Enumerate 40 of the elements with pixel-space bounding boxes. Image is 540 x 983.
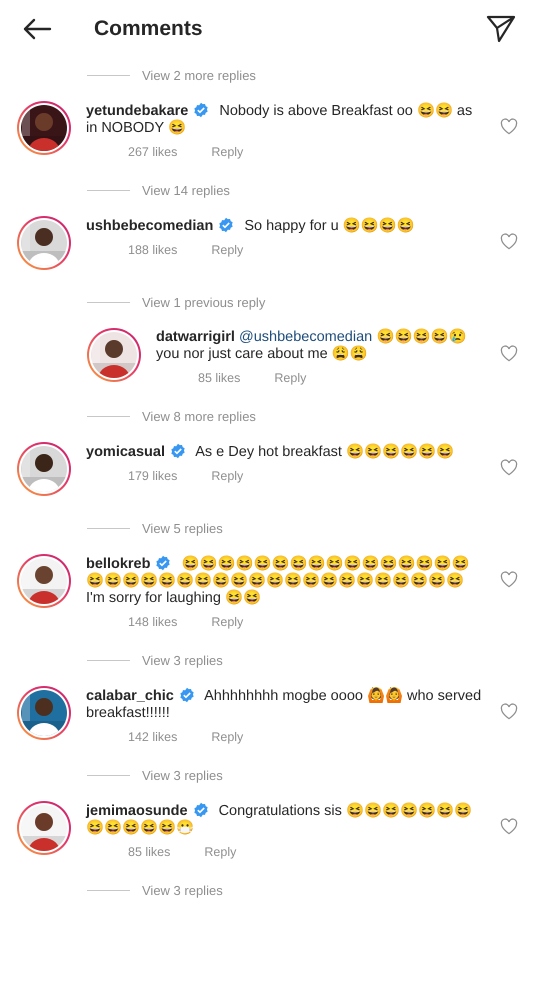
page-title: Comments xyxy=(94,17,204,41)
reply-link[interactable]: Reply xyxy=(211,145,244,159)
like-count: 267 likes xyxy=(128,145,178,159)
reply-link[interactable]: Reply xyxy=(211,243,244,257)
reply-link[interactable]: Reply xyxy=(274,371,306,385)
view-replies-link[interactable]: View 3 replies xyxy=(142,768,223,782)
back-icon[interactable] xyxy=(22,18,52,40)
heart-icon[interactable] xyxy=(500,233,518,250)
heart-icon[interactable] xyxy=(500,571,518,588)
comment-text: yomicasual As e Dey hot breakfast 😆😆😆😆😆😆 xyxy=(86,443,455,461)
comment-text: yetundebakare Nobody is above Breakfast oo 😆😆 as in NOBODY 😆 xyxy=(86,102,474,137)
comment-text: jemimaosunde Congratulations sis 😆😆😆😆😆😆😆😆😆😆😆😆😷 xyxy=(86,802,473,837)
heart-icon[interactable] xyxy=(500,345,518,362)
like-count: 142 likes xyxy=(128,730,178,744)
like-count: 85 likes xyxy=(128,845,170,859)
send-icon[interactable] xyxy=(486,15,516,43)
heart-icon[interactable] xyxy=(500,118,518,135)
mention-link[interactable]: @ushbebecomedian xyxy=(239,329,372,345)
heart-icon[interactable] xyxy=(500,818,518,835)
heart-icon[interactable] xyxy=(500,459,518,476)
comment-text: datwarrigirl @ushbebecomedian 😆😆😆😆😢 you nor just care about me 😩😩 xyxy=(156,329,468,363)
reply-link[interactable]: Reply xyxy=(211,615,244,629)
reply-link[interactable]: Reply xyxy=(204,845,236,859)
view-replies-link[interactable]: View 3 replies xyxy=(142,882,223,898)
comment-text: calabar_chic Ahhhhhhhh mogbe oooo 🙆🙆 who served breakfast!!!!!! xyxy=(86,687,482,722)
like-count: 188 likes xyxy=(128,243,178,257)
view-replies-link[interactable]: View 2 more replies xyxy=(142,68,256,82)
view-replies-link[interactable]: View 5 replies xyxy=(142,520,223,536)
view-replies-link[interactable]: View 3 replies xyxy=(142,652,223,668)
comment-text: bellokreb 😆😆😆😆😆😆😆😆😆😆😆😆😆😆😆😆😆😆😆😆😆😆😆😆😆😆😆😆😆😆😆😆😆😆😆😆😆 I'm sorry for laughing 😆😆 xyxy=(86,555,470,607)
view-replies-link[interactable]: View 8 more replies xyxy=(142,408,256,424)
reply-link[interactable]: Reply xyxy=(211,469,244,483)
like-count: 85 likes xyxy=(198,371,240,385)
view-replies-link[interactable]: View 1 previous reply xyxy=(142,294,266,310)
reply-link[interactable]: Reply xyxy=(211,730,244,744)
comment-text: ushbebecomedian So happy for u 😆😆😆😆 xyxy=(86,217,416,235)
like-count: 179 likes xyxy=(128,469,178,483)
like-count: 148 likes xyxy=(128,615,178,629)
view-replies-link[interactable]: View 14 replies xyxy=(142,182,230,198)
heart-icon[interactable] xyxy=(500,703,518,720)
